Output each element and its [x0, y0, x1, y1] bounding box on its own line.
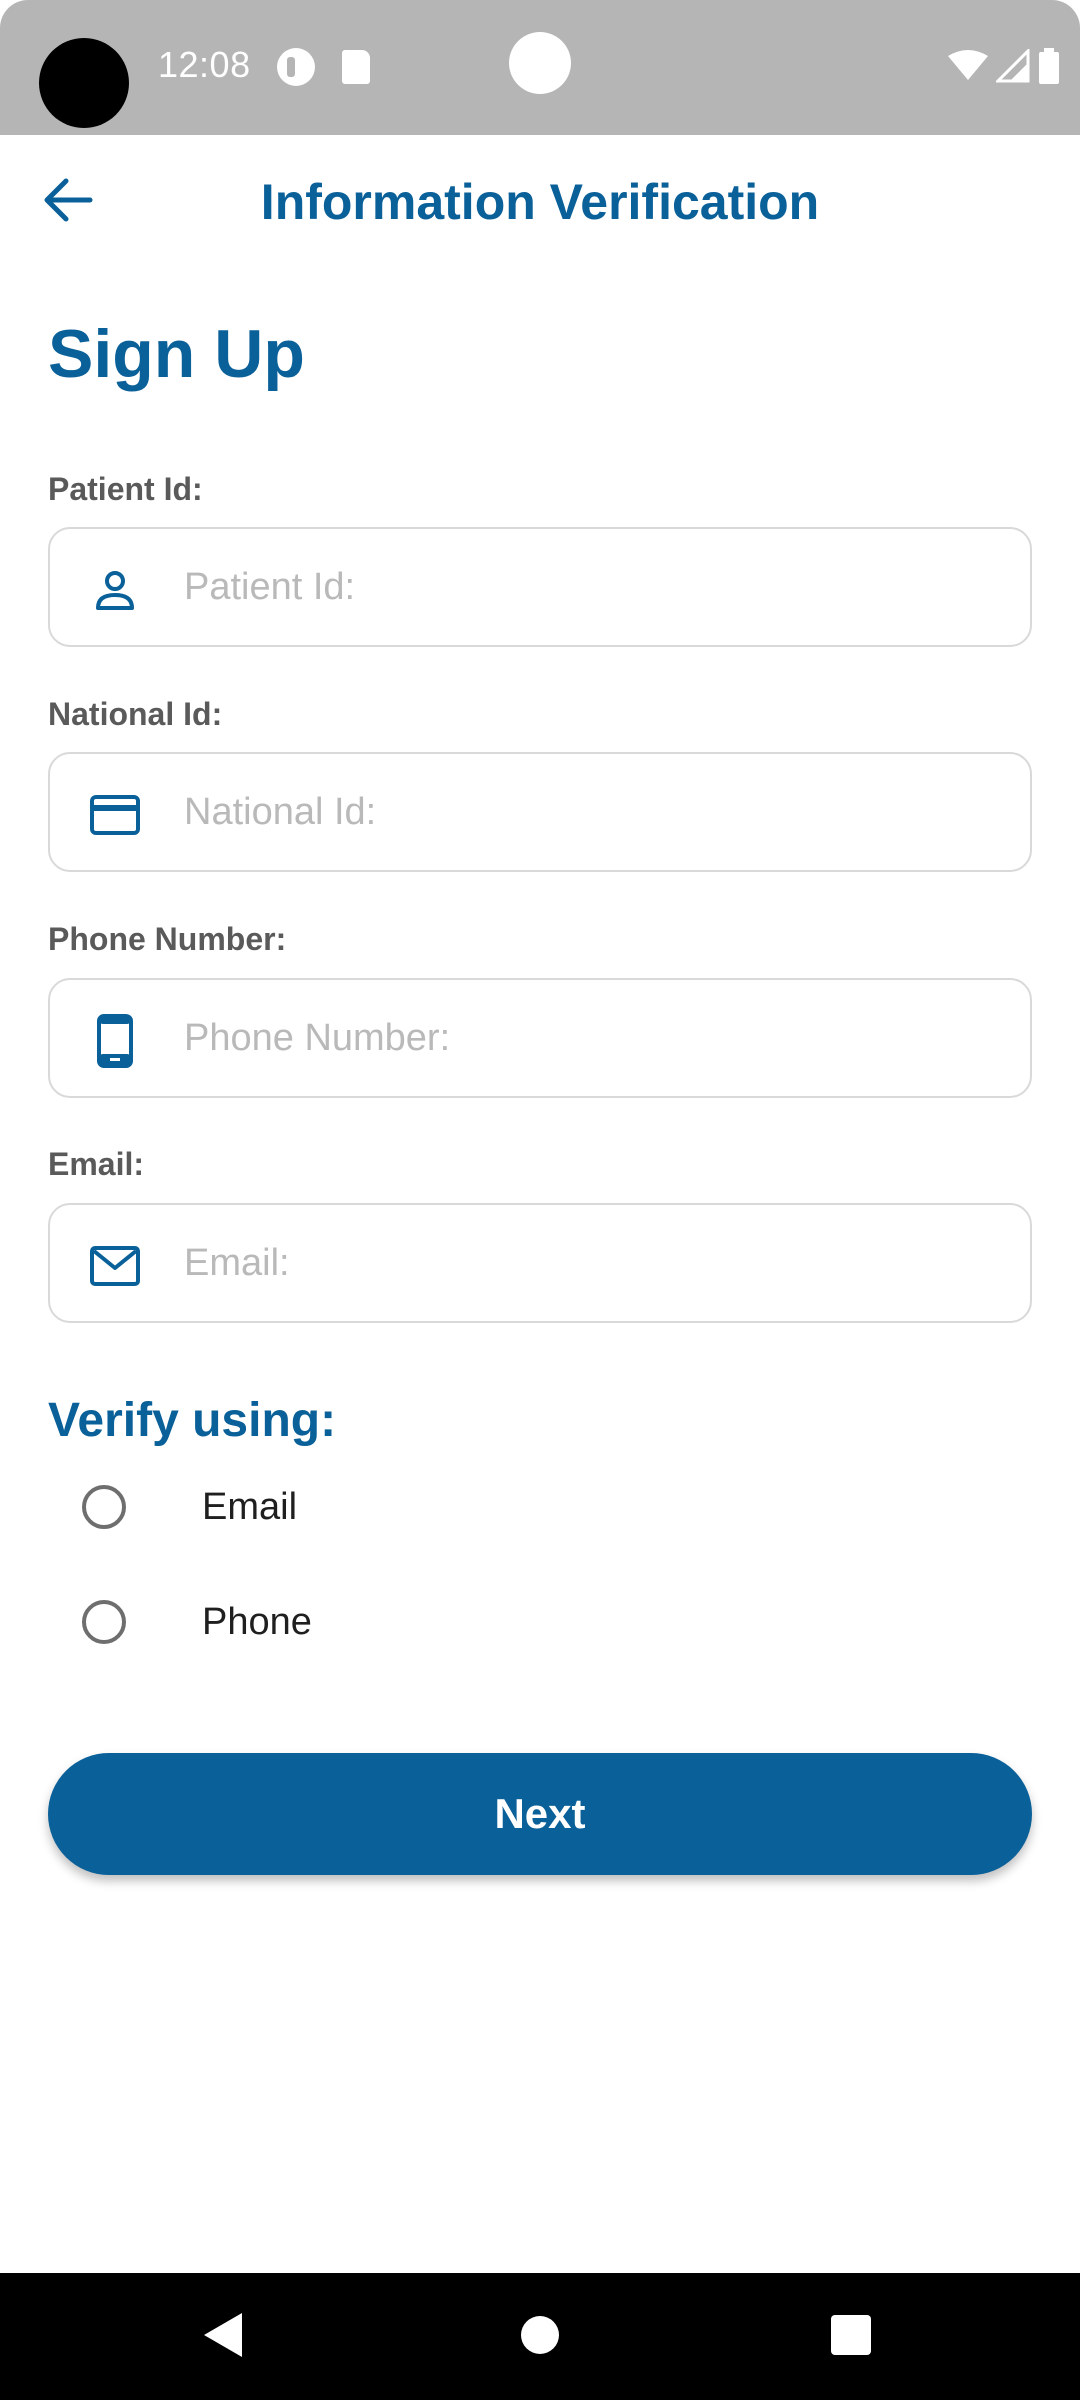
national-id-label: National Id:: [48, 696, 223, 732]
radio-label-phone: Phone: [202, 1600, 312, 1643]
next-button[interactable]: Next: [48, 1753, 1032, 1875]
smartphone-icon: [90, 1014, 140, 1068]
page-title: Sign Up: [48, 316, 305, 392]
status-icons: [948, 48, 1060, 84]
nav-back-icon[interactable]: [204, 2313, 242, 2357]
status-time: 12:08: [158, 44, 251, 85]
app-bar-title: Information Verification: [260, 174, 820, 230]
next-button-label: Next: [494, 1790, 586, 1837]
national-id-field[interactable]: [48, 752, 1032, 872]
app-bar: Information Verification: [0, 135, 1080, 270]
email-input[interactable]: [182, 1205, 1002, 1321]
email-field[interactable]: [48, 1203, 1032, 1323]
national-id-input[interactable]: [182, 754, 1002, 870]
nav-recents-icon[interactable]: [831, 2315, 871, 2355]
patient-id-input[interactable]: [182, 529, 1002, 645]
verify-using-title: Verify using:: [48, 1394, 337, 1447]
phone-number-input[interactable]: [182, 980, 1002, 1096]
camera-cutout: [39, 38, 129, 128]
wifi-icon: [948, 50, 988, 80]
patient-id-field[interactable]: [48, 527, 1032, 647]
verify-option-phone[interactable]: Phone: [82, 1600, 312, 1644]
system-nav-bar: [0, 2273, 1080, 2400]
email-label: Email:: [48, 1146, 145, 1182]
nav-home-icon[interactable]: [521, 2316, 559, 2354]
front-camera: [509, 32, 571, 94]
status-bar: 12:08: [0, 0, 1080, 135]
phone-number-label: Phone Number:: [48, 921, 287, 957]
phone-number-field[interactable]: [48, 978, 1032, 1098]
battery-icon: [1039, 48, 1059, 84]
sd-card-icon: [342, 50, 370, 84]
patient-id-label: Patient Id:: [48, 471, 203, 507]
person-icon: [90, 565, 140, 615]
notification-icon: [277, 48, 315, 86]
signal-icon: [996, 49, 1030, 83]
mail-icon: [90, 1241, 140, 1291]
credit-card-icon: [90, 790, 140, 840]
verify-option-email[interactable]: Email: [82, 1485, 297, 1529]
radio-button-email[interactable]: [82, 1485, 126, 1529]
radio-label-email: Email: [202, 1485, 298, 1528]
radio-button-phone[interactable]: [82, 1600, 126, 1644]
